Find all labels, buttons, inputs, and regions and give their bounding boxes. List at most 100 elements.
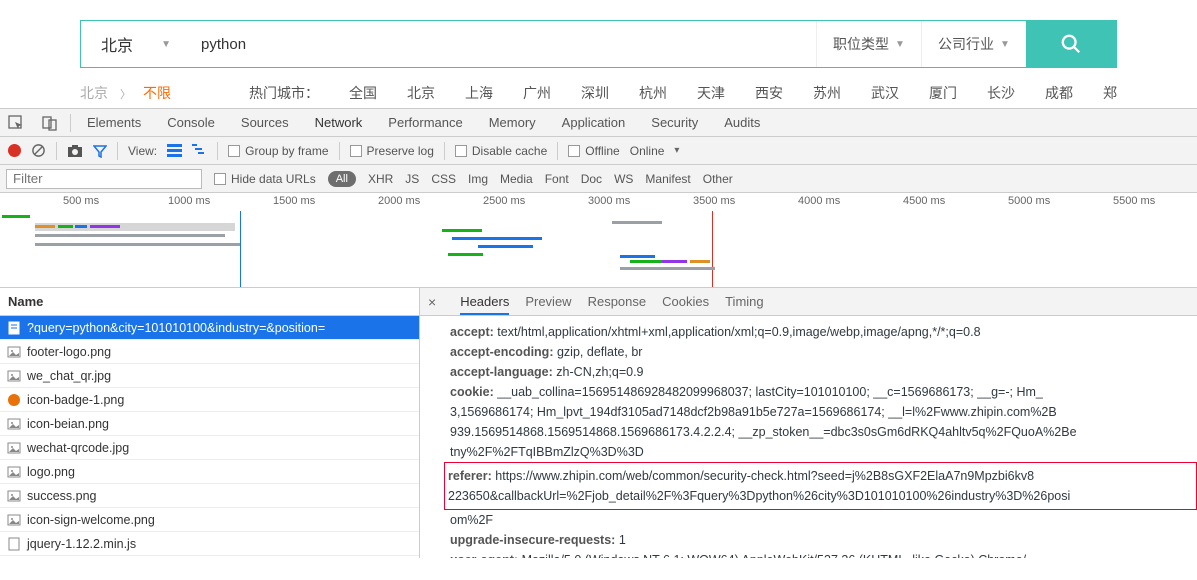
city-link[interactable]: 成都 <box>1045 83 1073 103</box>
request-name: we_chat_qr.jpg <box>27 369 111 383</box>
clear-icon[interactable] <box>31 143 46 158</box>
network-lower: Name ?query=python&city=101010100&indust… <box>0 288 1197 558</box>
request-row[interactable]: icon-badge-1.png <box>0 388 419 412</box>
large-rows-icon[interactable] <box>167 144 182 157</box>
hide-data-checkbox[interactable]: Hide data URLs <box>214 172 316 186</box>
request-row[interactable]: icon-beian.png <box>0 412 419 436</box>
filter-font[interactable]: Font <box>545 172 569 186</box>
search-bar: 北京 ▼ 职位类型 ▼ 公司行业 ▼ <box>80 20 1117 68</box>
request-row[interactable]: ?query=python&city=101010100&industry=&p… <box>0 316 419 340</box>
city-link[interactable]: 杭州 <box>639 83 667 103</box>
tab-network[interactable]: Network <box>311 115 367 130</box>
detail-tabs: × Headers Preview Response Cookies Timin… <box>420 288 1197 316</box>
city-link[interactable]: 上海 <box>465 83 493 103</box>
filter-xhr[interactable]: XHR <box>368 172 393 186</box>
filter-css[interactable]: CSS <box>431 172 456 186</box>
online-select[interactable]: Online <box>630 144 665 158</box>
city-link[interactable]: 全国 <box>349 83 377 103</box>
detail-tab-preview[interactable]: Preview <box>525 294 571 309</box>
device-toggle-icon[interactable] <box>42 115 58 131</box>
waterfall-icon[interactable] <box>192 144 207 157</box>
tab-application[interactable]: Application <box>558 115 630 130</box>
breadcrumb-unlimited[interactable]: 不限 <box>143 83 171 103</box>
breadcrumb-city[interactable]: 北京 <box>80 83 108 103</box>
tab-performance[interactable]: Performance <box>384 115 466 130</box>
city-link[interactable]: 长沙 <box>987 83 1015 103</box>
city-link[interactable]: 深圳 <box>581 83 609 103</box>
filter-all[interactable]: All <box>328 171 356 187</box>
request-row[interactable]: logo.png <box>0 460 419 484</box>
filter-input[interactable] <box>6 169 202 189</box>
filter-other[interactable]: Other <box>703 172 733 186</box>
request-name: icon-badge-1.png <box>27 393 124 407</box>
search-area: 北京 ▼ 职位类型 ▼ 公司行业 ▼ <box>0 0 1197 83</box>
request-name: icon-sign-welcome.png <box>27 513 155 527</box>
co-type-label: 公司行业 <box>938 34 994 54</box>
timeline-tick: 2500 ms <box>483 195 525 207</box>
city-link[interactable]: 天津 <box>697 83 725 103</box>
disable-cache-checkbox[interactable]: Disable cache <box>455 144 547 158</box>
search-button[interactable] <box>1026 21 1116 67</box>
tab-security[interactable]: Security <box>647 115 702 130</box>
preserve-log-checkbox[interactable]: Preserve log <box>350 144 434 158</box>
city-link[interactable]: 广州 <box>523 83 551 103</box>
filter-ws[interactable]: WS <box>614 172 633 186</box>
timeline-tick: 5000 ms <box>1008 195 1050 207</box>
timeline-tick: 3000 ms <box>588 195 630 207</box>
name-header[interactable]: Name <box>0 288 419 316</box>
record-button[interactable] <box>8 144 21 157</box>
request-row[interactable]: footer-logo.png <box>0 340 419 364</box>
company-industry-select[interactable]: 公司行业 ▼ <box>921 21 1026 67</box>
search-input[interactable] <box>191 21 816 67</box>
timeline-bars <box>0 211 1197 287</box>
filter-img[interactable]: Img <box>468 172 488 186</box>
tab-elements[interactable]: Elements <box>83 115 145 130</box>
devtools-panel: Elements Console Sources Network Perform… <box>0 108 1197 558</box>
position-type-select[interactable]: 职位类型 ▼ <box>816 21 921 67</box>
city-link[interactable]: 厦门 <box>929 83 957 103</box>
city-link[interactable]: 武汉 <box>871 83 899 103</box>
timeline-ticks: 500 ms1000 ms1500 ms2000 ms2500 ms3000 m… <box>0 195 1197 209</box>
request-detail-column: × Headers Preview Response Cookies Timin… <box>420 288 1197 558</box>
request-row[interactable]: wechat-qrcode.jpg <box>0 436 419 460</box>
timeline-marker <box>240 211 241 287</box>
inspect-icon[interactable] <box>8 115 24 131</box>
request-row[interactable]: icon-sign-welcome.png <box>0 508 419 532</box>
headers-body[interactable]: accept: text/html,application/xhtml+xml,… <box>420 316 1197 558</box>
request-row[interactable]: success.png <box>0 484 419 508</box>
filter-manifest[interactable]: Manifest <box>645 172 690 186</box>
tab-memory[interactable]: Memory <box>485 115 540 130</box>
close-detail-button[interactable]: × <box>428 294 436 310</box>
file-icon <box>6 440 21 455</box>
detail-tab-headers[interactable]: Headers <box>460 294 509 315</box>
tab-console[interactable]: Console <box>163 115 219 130</box>
screenshot-icon[interactable] <box>67 144 83 158</box>
file-icon <box>6 512 21 527</box>
offline-checkbox[interactable]: Offline <box>568 144 619 158</box>
filter-js[interactable]: JS <box>405 172 419 186</box>
filter-icon[interactable] <box>93 144 107 158</box>
city-link[interactable]: 西安 <box>755 83 783 103</box>
detail-tab-timing[interactable]: Timing <box>725 294 764 309</box>
request-name: wechat-qrcode.jpg <box>27 441 129 455</box>
filter-media[interactable]: Media <box>500 172 533 186</box>
tab-sources[interactable]: Sources <box>237 115 293 130</box>
filter-doc[interactable]: Doc <box>581 172 602 186</box>
timeline-tick: 3500 ms <box>693 195 735 207</box>
timeline-tick: 4000 ms <box>798 195 840 207</box>
network-timeline[interactable]: 500 ms1000 ms1500 ms2000 ms2500 ms3000 m… <box>0 193 1197 288</box>
tab-audits[interactable]: Audits <box>720 115 764 130</box>
city-link[interactable]: 苏州 <box>813 83 841 103</box>
city-select[interactable]: 北京 ▼ <box>81 21 191 67</box>
request-list[interactable]: ?query=python&city=101010100&industry=&p… <box>0 316 419 558</box>
city-link[interactable]: 北京 <box>407 83 435 103</box>
request-name: jquery-1.12.2.min.js <box>27 537 136 551</box>
request-row[interactable]: jquery-1.12.2.min.js <box>0 532 419 556</box>
referer-highlight: referer: https://www.zhipin.com/web/comm… <box>444 462 1197 510</box>
detail-tab-response[interactable]: Response <box>588 294 647 309</box>
detail-tab-cookies[interactable]: Cookies <box>662 294 709 309</box>
request-row[interactable]: we_chat_qr.jpg <box>0 364 419 388</box>
group-by-frame-checkbox[interactable]: Group by frame <box>228 144 328 158</box>
file-icon <box>6 488 21 503</box>
city-link[interactable]: 郑 <box>1103 83 1117 103</box>
